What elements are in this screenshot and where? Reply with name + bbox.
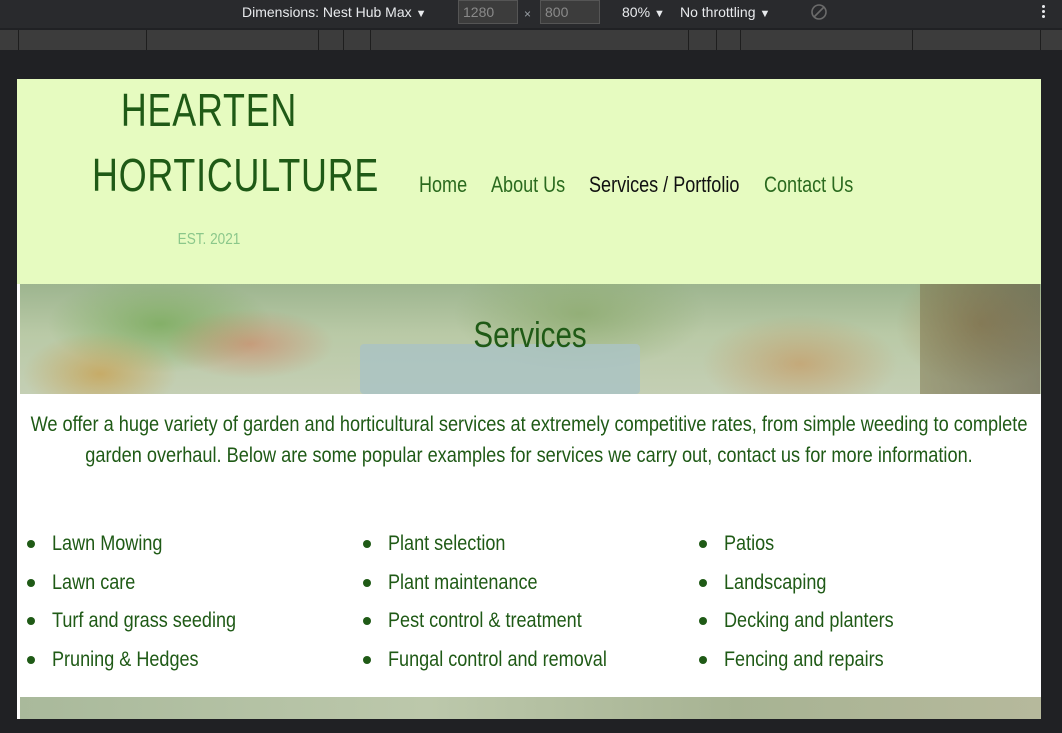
- list-item: Pruning & Hedges: [27, 645, 363, 684]
- service-label: Fencing and repairs: [724, 647, 884, 671]
- list-item: Lawn care: [27, 568, 363, 607]
- viewport-width-input[interactable]: 1280: [458, 0, 518, 24]
- page-title: Services: [20, 314, 1041, 356]
- site-header: HEARTEN HORTICULTURE EST. 2021 Home Abou…: [17, 79, 1041, 284]
- service-label: Lawn care: [52, 570, 136, 594]
- logo-line-2: HORTICULTURE: [92, 149, 380, 201]
- list-item: Landscaping: [699, 568, 1035, 607]
- services-intro: We offer a huge variety of garden and ho…: [23, 409, 1035, 471]
- service-label: Decking and planters: [724, 609, 894, 632]
- service-label: Fungal control and removal: [388, 647, 607, 671]
- media-query-ruler: [0, 30, 1062, 50]
- services-intro-text: We offer a huge variety of garden and ho…: [30, 413, 1028, 467]
- list-item: Fencing and repairs: [699, 645, 1035, 684]
- service-label: Pruning & Hedges: [52, 647, 199, 671]
- service-label: Plant maintenance: [388, 570, 538, 594]
- throttling-dropdown[interactable]: No throttling ▼: [680, 4, 770, 20]
- ruler-tick[interactable]: [716, 30, 717, 50]
- nav-contact-us[interactable]: Contact Us: [764, 172, 853, 202]
- rotate-disabled-icon[interactable]: [810, 3, 828, 21]
- device-dimensions-dropdown[interactable]: Dimensions: Nest Hub Max ▼: [242, 4, 427, 20]
- service-label: Landscaping: [724, 570, 827, 594]
- site-logo[interactable]: HEARTEN HORTICULTURE EST. 2021: [59, 84, 380, 249]
- service-label: Plant selection: [388, 532, 506, 555]
- list-item: Patios: [699, 529, 1035, 568]
- zoom-dropdown[interactable]: 80% ▼: [622, 4, 665, 20]
- chevron-down-icon: ▼: [759, 8, 771, 20]
- viewport-height-input[interactable]: 800: [540, 0, 600, 24]
- ruler-tick[interactable]: [318, 30, 319, 50]
- times-icon: ×: [524, 7, 532, 21]
- main-nav: Home About Us Services / Portfolio Conta…: [419, 172, 853, 202]
- nav-services-portfolio[interactable]: Services / Portfolio: [589, 172, 739, 202]
- list-item: Decking and planters: [699, 606, 1035, 645]
- list-item: Lawn Mowing: [27, 529, 363, 568]
- kebab-menu-icon[interactable]: [1038, 3, 1048, 25]
- nav-home[interactable]: Home: [419, 172, 467, 202]
- ruler-tick[interactable]: [1040, 30, 1041, 50]
- device-dimensions-label: Dimensions: Nest Hub Max: [242, 4, 412, 20]
- list-item: Turf and grass seeding: [27, 606, 363, 645]
- service-label: Turf and grass seeding: [52, 609, 237, 632]
- throttling-label: No throttling: [680, 4, 756, 20]
- established-label: EST. 2021: [177, 231, 241, 248]
- ruler-tick[interactable]: [740, 30, 741, 50]
- services-column-3: Patios Landscaping Decking and planters …: [699, 529, 1035, 683]
- services-list: Lawn Mowing Lawn care Turf and grass see…: [27, 529, 1037, 683]
- zoom-label: 80%: [622, 4, 651, 20]
- ruler-tick[interactable]: [912, 30, 913, 50]
- service-label: Pest control & treatment: [388, 609, 582, 632]
- services-column-1: Lawn Mowing Lawn care Turf and grass see…: [27, 529, 363, 683]
- page-title-text: Services: [473, 314, 588, 355]
- devtools-toolbar: Dimensions: Nest Hub Max ▼ 1280 × 800 80%…: [0, 0, 1062, 28]
- ruler-tick[interactable]: [370, 30, 371, 50]
- device-viewport: HEARTEN HORTICULTURE EST. 2021 Home Abou…: [17, 79, 1041, 719]
- list-item: Plant maintenance: [363, 568, 699, 607]
- list-item: Fungal control and removal: [363, 645, 699, 684]
- list-item: Plant selection: [363, 529, 699, 568]
- ruler-tick[interactable]: [343, 30, 344, 50]
- service-label: Patios: [724, 532, 775, 555]
- chevron-down-icon: ▼: [654, 8, 665, 20]
- services-column-2: Plant selection Plant maintenance Pest c…: [363, 529, 699, 683]
- ruler-tick[interactable]: [146, 30, 147, 50]
- ruler-tick[interactable]: [688, 30, 689, 50]
- nav-about-us[interactable]: About Us: [491, 172, 565, 202]
- logo-line-1: HEARTEN: [120, 84, 298, 136]
- service-label: Lawn Mowing: [52, 532, 163, 555]
- chevron-down-icon: ▼: [415, 8, 427, 20]
- ruler-tick[interactable]: [18, 30, 19, 50]
- services-banner: Services: [20, 284, 1041, 394]
- list-item: Pest control & treatment: [363, 606, 699, 645]
- portfolio-banner-image: [20, 697, 1041, 719]
